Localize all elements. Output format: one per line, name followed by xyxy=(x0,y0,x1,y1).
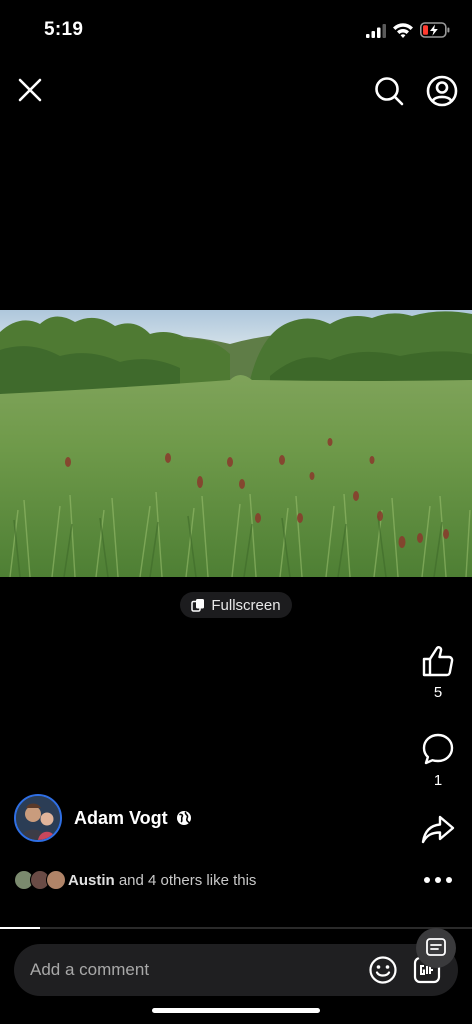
comment-count: 1 xyxy=(433,772,443,789)
avatar-photo xyxy=(16,796,60,840)
more-icon xyxy=(424,877,452,883)
post-author[interactable]: Adam Vogt xyxy=(14,794,192,842)
author-avatar[interactable] xyxy=(14,794,62,842)
signal-icon xyxy=(366,24,386,38)
video-progress-bar[interactable] xyxy=(0,927,472,929)
search-icon[interactable] xyxy=(372,74,406,108)
top-bar xyxy=(0,70,472,110)
share-button[interactable] xyxy=(408,812,468,846)
share-icon xyxy=(421,815,455,844)
captions-icon xyxy=(426,938,446,956)
like-button[interactable]: 5 xyxy=(408,644,468,701)
globe-icon xyxy=(176,811,191,825)
comment-icon xyxy=(422,733,454,765)
video-progress-fill xyxy=(0,927,41,929)
status-time: 5:19 xyxy=(44,19,84,40)
like-count: 5 xyxy=(433,684,443,701)
fullscreen-label: Fullscreen xyxy=(211,596,281,614)
likes-rest: and 4 others like this xyxy=(114,871,257,889)
likes-summary[interactable]: Austin and 4 others like this xyxy=(14,868,256,892)
comment-button[interactable]: 1 xyxy=(408,732,468,789)
comment-bar xyxy=(14,944,458,996)
captions-button[interactable] xyxy=(416,928,456,968)
liker-avatar xyxy=(46,870,66,890)
profile-icon[interactable] xyxy=(425,74,459,108)
wifi-icon xyxy=(393,23,413,38)
author-name[interactable]: Adam Vogt xyxy=(74,808,168,829)
fullscreen-icon xyxy=(191,599,205,612)
thumbs-up-icon xyxy=(422,646,454,677)
comment-input[interactable] xyxy=(30,957,330,983)
more-options-button[interactable] xyxy=(408,876,468,884)
liker-name: Austin xyxy=(68,871,115,889)
battery-charging-icon xyxy=(420,22,450,38)
likes-text: Austin and 4 others like this xyxy=(68,872,256,889)
close-icon[interactable] xyxy=(14,74,46,106)
status-bar: 5:19 xyxy=(0,0,472,60)
field-image xyxy=(0,310,472,577)
home-indicator xyxy=(152,1008,320,1013)
fullscreen-button[interactable]: Fullscreen xyxy=(180,592,292,618)
emoji-icon[interactable] xyxy=(368,955,398,985)
post-photo[interactable] xyxy=(0,310,472,577)
liker-avatars xyxy=(14,869,66,891)
